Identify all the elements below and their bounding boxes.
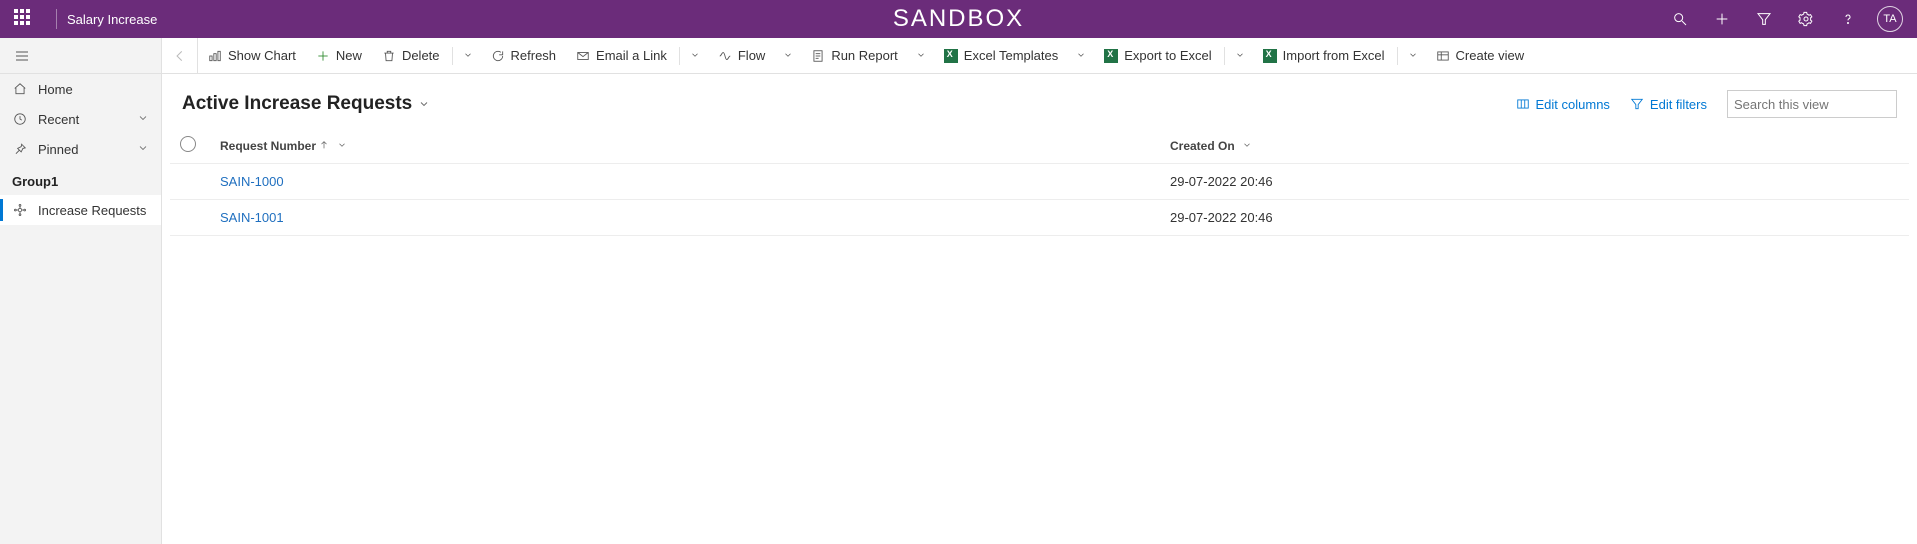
excel-icon: [944, 49, 958, 63]
chevron-down-icon: [418, 98, 430, 110]
email-link-dropdown[interactable]: [682, 48, 708, 63]
settings-icon[interactable]: [1787, 0, 1825, 38]
cmd-label: Export to Excel: [1124, 48, 1211, 63]
sidebar-item-label: Pinned: [38, 142, 78, 157]
split-separator: [452, 47, 453, 65]
col-label: Request Number: [220, 139, 316, 153]
tool-label: Edit columns: [1536, 97, 1610, 112]
home-icon: [12, 81, 28, 97]
sidebar-item-label: Recent: [38, 112, 79, 127]
excel-templates-button[interactable]: Excel Templates: [934, 38, 1068, 73]
cmd-label: Email a Link: [596, 48, 667, 63]
filter-icon[interactable]: [1745, 0, 1783, 38]
cmd-label: Excel Templates: [964, 48, 1058, 63]
search-input[interactable]: [1734, 97, 1910, 112]
chevron-down-icon: [137, 142, 149, 157]
delete-dropdown[interactable]: [455, 48, 481, 63]
row-select-cell[interactable]: [170, 164, 210, 200]
add-icon[interactable]: [1703, 0, 1741, 38]
sidebar-item-label: Increase Requests: [38, 203, 146, 218]
table-row[interactable]: SAIN-1000 29-07-2022 20:46: [170, 164, 1909, 200]
view-header: Active Increase Requests Edit columns Ed…: [162, 74, 1917, 128]
flow-dropdown[interactable]: [775, 48, 801, 63]
cell-request-number: SAIN-1000: [210, 164, 1160, 200]
cmd-label: Delete: [402, 48, 440, 63]
new-button[interactable]: New: [306, 38, 372, 73]
global-header: Salary Increase SANDBOX TA: [0, 0, 1917, 38]
import-excel-dropdown[interactable]: [1400, 48, 1426, 63]
col-request-number[interactable]: Request Number: [210, 128, 1160, 164]
col-label: Created On: [1170, 139, 1235, 153]
environment-label: SANDBOX: [893, 5, 1024, 33]
header-actions: TA: [1661, 0, 1909, 38]
split-separator: [1224, 47, 1225, 65]
row-select-cell[interactable]: [170, 200, 210, 236]
app-name: Salary Increase: [67, 12, 157, 27]
flow-button[interactable]: Flow: [708, 38, 775, 73]
chevron-down-icon: [1242, 139, 1252, 153]
create-view-button[interactable]: Create view: [1426, 38, 1535, 73]
import-excel-button[interactable]: Import from Excel: [1253, 38, 1395, 73]
select-all-header[interactable]: [170, 128, 210, 164]
cmd-label: Run Report: [831, 48, 897, 63]
split-separator: [1397, 47, 1398, 65]
help-icon[interactable]: [1829, 0, 1867, 38]
split-separator: [679, 47, 680, 65]
view-title: Active Increase Requests: [182, 93, 412, 115]
table-row[interactable]: SAIN-1001 29-07-2022 20:46: [170, 200, 1909, 236]
excel-icon: [1263, 49, 1277, 63]
cmd-label: New: [336, 48, 362, 63]
main-area: Show Chart New Delete Refresh Email a Li…: [162, 38, 1917, 544]
sidebar: Home Recent Pinned Group1 Inc: [0, 38, 162, 544]
sidebar-group-label: Group1: [0, 164, 161, 195]
user-avatar[interactable]: TA: [1877, 6, 1903, 32]
edit-columns-button[interactable]: Edit columns: [1506, 97, 1620, 112]
tool-label: Edit filters: [1650, 97, 1707, 112]
pin-icon: [12, 141, 28, 157]
table-header-row: Request Number Created On: [170, 128, 1909, 164]
cell-request-number: SAIN-1001: [210, 200, 1160, 236]
cmd-label: Import from Excel: [1283, 48, 1385, 63]
sidebar-item-increase-requests[interactable]: Increase Requests: [0, 195, 161, 225]
view-title-dropdown[interactable]: Active Increase Requests: [182, 93, 430, 115]
col-created-on[interactable]: Created On: [1160, 128, 1909, 164]
run-report-dropdown[interactable]: [908, 48, 934, 63]
records-table: Request Number Created On: [170, 128, 1909, 236]
sidebar-item-home[interactable]: Home: [0, 74, 161, 104]
header-divider: [56, 9, 57, 29]
sidebar-item-label: Home: [38, 82, 73, 97]
export-excel-button[interactable]: Export to Excel: [1094, 38, 1221, 73]
sidebar-item-pinned[interactable]: Pinned: [0, 134, 161, 164]
command-bar: Show Chart New Delete Refresh Email a Li…: [162, 38, 1917, 74]
clock-icon: [12, 111, 28, 127]
record-link[interactable]: SAIN-1001: [220, 210, 284, 225]
excel-icon: [1104, 49, 1118, 63]
back-button[interactable]: [162, 38, 198, 74]
show-chart-button[interactable]: Show Chart: [198, 38, 306, 73]
search-box[interactable]: [1727, 90, 1897, 118]
cell-created-on: 29-07-2022 20:46: [1160, 200, 1909, 236]
delete-button[interactable]: Delete: [372, 38, 450, 73]
export-excel-dropdown[interactable]: [1227, 48, 1253, 63]
refresh-button[interactable]: Refresh: [481, 38, 567, 73]
email-link-button[interactable]: Email a Link: [566, 38, 677, 73]
select-all-circle[interactable]: [180, 136, 196, 152]
record-link[interactable]: SAIN-1000: [220, 174, 284, 189]
sort-asc-icon: [319, 139, 332, 153]
cmd-label: Create view: [1456, 48, 1525, 63]
run-report-button[interactable]: Run Report: [801, 38, 907, 73]
edit-filters-button[interactable]: Edit filters: [1620, 97, 1717, 112]
sidebar-toggle[interactable]: [0, 38, 161, 74]
sidebar-item-recent[interactable]: Recent: [0, 104, 161, 134]
chevron-down-icon: [337, 139, 347, 153]
entity-icon: [12, 202, 28, 218]
search-icon[interactable]: [1661, 0, 1699, 38]
cmd-label: Flow: [738, 48, 765, 63]
cmd-label: Refresh: [511, 48, 557, 63]
cmd-label: Show Chart: [228, 48, 296, 63]
chevron-down-icon: [137, 112, 149, 127]
app-launcher-icon[interactable]: [14, 9, 34, 29]
excel-templates-dropdown[interactable]: [1068, 48, 1094, 63]
cell-created-on: 29-07-2022 20:46: [1160, 164, 1909, 200]
